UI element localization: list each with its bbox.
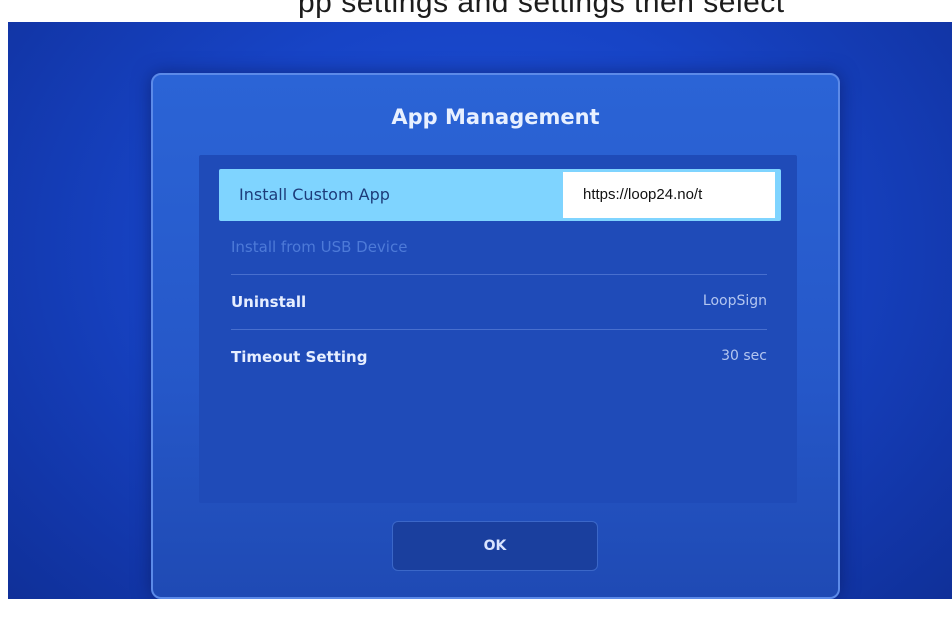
- menu-item-label: Install from USB Device: [231, 238, 408, 256]
- menu-item-install-custom-app[interactable]: Install Custom App https://loop24.no/t: [219, 169, 781, 221]
- custom-app-url-text: https://loop24.no/t: [583, 186, 703, 203]
- menu-item-label: Uninstall: [231, 293, 307, 311]
- app-management-dialog: App Management Install Custom App https:…: [151, 73, 840, 599]
- top-caption-text: pp settings and settings then select: [298, 0, 785, 19]
- menu-item-label: Timeout Setting: [231, 348, 368, 366]
- menu-item-uninstall[interactable]: Uninstall LoopSign: [231, 276, 767, 330]
- tv-screen-photo: pp settings and settings then select App…: [8, 0, 952, 619]
- dialog-title: App Management: [391, 105, 600, 129]
- timeout-value: 30 sec: [721, 348, 767, 364]
- settings-list: Install Custom App https://loop24.no/t I…: [199, 155, 797, 503]
- menu-item-install-from-usb: Install from USB Device: [231, 221, 767, 275]
- bottom-strip: [8, 599, 952, 619]
- top-caption-strip: pp settings and settings then select: [8, 0, 952, 22]
- menu-item-label: Install Custom App: [239, 185, 390, 204]
- ok-button[interactable]: OK: [392, 521, 598, 571]
- custom-app-url-field[interactable]: https://loop24.no/t: [563, 172, 775, 218]
- uninstall-value: LoopSign: [702, 293, 767, 309]
- menu-item-timeout-setting[interactable]: Timeout Setting 30 sec: [231, 331, 767, 385]
